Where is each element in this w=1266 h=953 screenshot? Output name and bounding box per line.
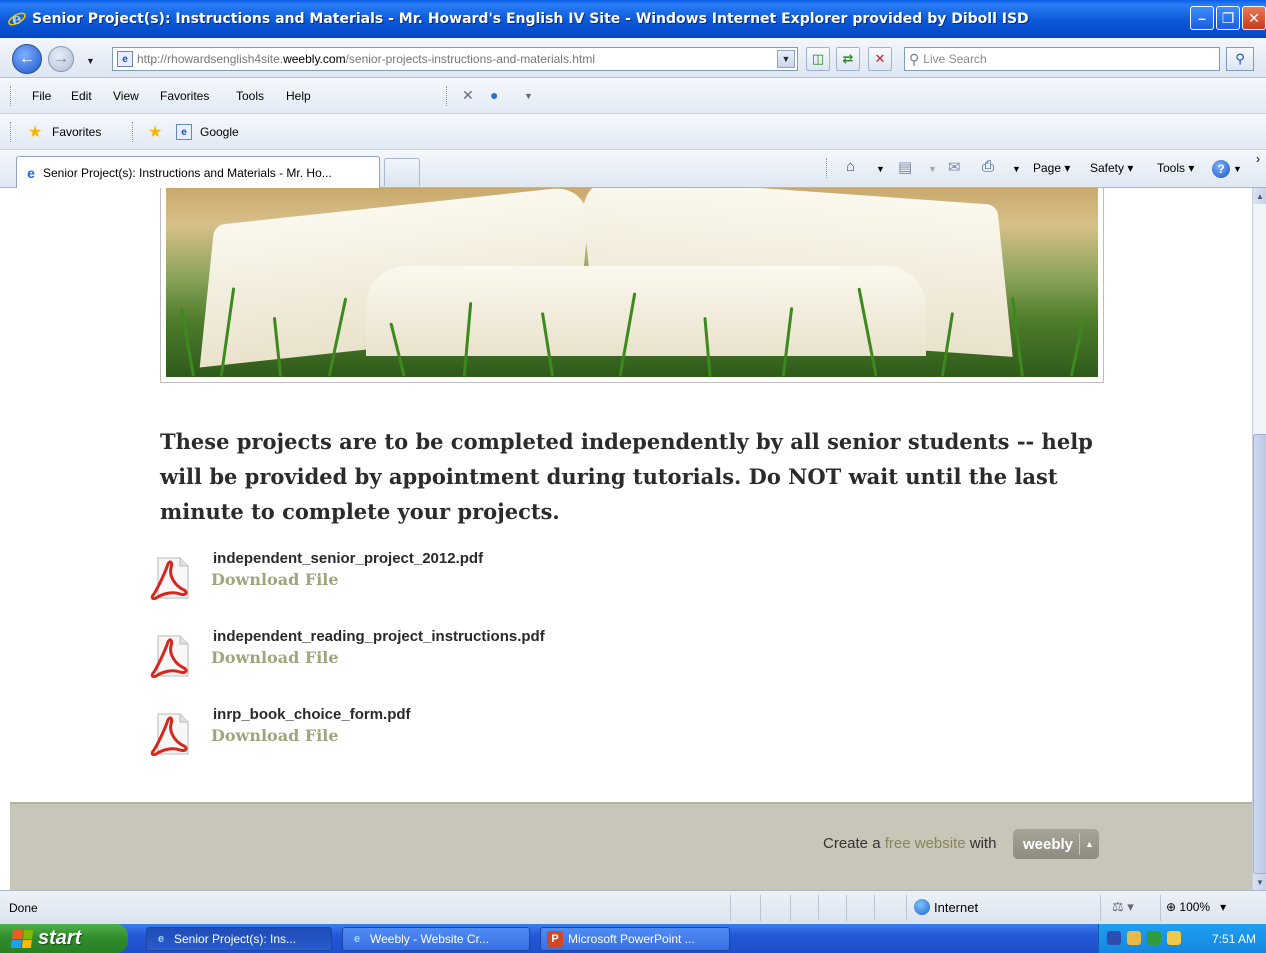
- help-icon[interactable]: ?: [1212, 160, 1230, 178]
- favorites-bar: ★ Favorites ★ e Google: [0, 114, 1266, 150]
- address-url[interactable]: http://rhowardsenglish4site.weebly.com/s…: [137, 52, 595, 66]
- file-name: independent_senior_project_2012.pdf: [213, 550, 484, 567]
- ie-logo-icon: e: [6, 8, 28, 30]
- header-image: [160, 188, 1104, 383]
- more-commands-icon[interactable]: ›: [1256, 152, 1260, 166]
- favorites-button[interactable]: Favorites: [52, 125, 101, 139]
- file-name: inrp_book_choice_form.pdf: [213, 706, 411, 723]
- close-toolbar-icon[interactable]: ✕: [462, 87, 474, 104]
- minimize-button[interactable]: –: [1190, 6, 1214, 30]
- taskbar-item-weebly[interactable]: e Weebly - Website Cr...: [342, 927, 530, 951]
- start-button[interactable]: start: [0, 924, 128, 953]
- weebly-brand: weebly: [1023, 835, 1074, 853]
- download-file-link[interactable]: Download File: [211, 570, 339, 589]
- windows-logo-icon: [10, 929, 34, 948]
- address-bar[interactable]: e http://rhowardsenglish4site.weebly.com…: [112, 47, 798, 71]
- menu-bar: File Edit View Favorites Tools Help ✕ ● …: [0, 78, 1266, 114]
- tab-senior-project[interactable]: e Senior Project(s): Instructions and Ma…: [16, 156, 380, 188]
- forward-button[interactable]: →: [48, 46, 74, 72]
- menu-tools[interactable]: Tools: [236, 89, 264, 103]
- ie-icon: e: [157, 933, 165, 945]
- tray-icon-1[interactable]: [1107, 931, 1121, 945]
- print-dropdown-icon[interactable]: ▼: [1012, 164, 1021, 174]
- addon-dropdown-icon[interactable]: ▼: [524, 91, 533, 101]
- powerpoint-icon: P: [547, 931, 563, 947]
- ie-window: e Senior Project(s): Instructions and Ma…: [0, 0, 1266, 953]
- stop-icon[interactable]: ✕: [868, 47, 892, 71]
- taskbar: start e Senior Project(s): Ins... e Weeb…: [0, 924, 1266, 953]
- google-link[interactable]: Google: [200, 125, 239, 139]
- protected-mode-icon[interactable]: ⚖ ▾: [1112, 899, 1134, 915]
- ie-icon: e: [353, 933, 361, 945]
- feeds-icon[interactable]: ▤: [898, 158, 912, 176]
- menu-favorites[interactable]: Favorites: [160, 89, 209, 103]
- site-footer: Create a free website with weebly ▲: [10, 802, 1252, 890]
- intro-paragraph: These projects are to be completed indep…: [160, 429, 1093, 524]
- compatibility-icon[interactable]: ◫: [806, 47, 830, 71]
- search-button[interactable]: ⚲: [1226, 47, 1254, 71]
- globe-icon: [914, 899, 930, 915]
- scroll-down-icon[interactable]: ▼: [1253, 874, 1266, 890]
- title-bar: e Senior Project(s): Instructions and Ma…: [0, 0, 1266, 38]
- open-book-in-grass-image: [166, 188, 1098, 377]
- home-icon[interactable]: ⌂: [846, 158, 855, 175]
- recent-pages-dropdown-icon[interactable]: ▼: [86, 56, 95, 66]
- system-tray: 7:51 AM: [1098, 924, 1266, 953]
- mail-icon[interactable]: ✉: [948, 158, 961, 176]
- file-name: independent_reading_project_instructions…: [213, 628, 545, 645]
- weebly-expand-icon[interactable]: ▲: [1085, 839, 1094, 849]
- tab-bar: e Senior Project(s): Instructions and Ma…: [0, 150, 1266, 188]
- svg-text:e: e: [12, 10, 22, 28]
- add-favorite-icon[interactable]: ★: [148, 122, 162, 142]
- vertical-scrollbar[interactable]: ▲ ▼: [1252, 188, 1266, 890]
- free-website-link[interactable]: free website: [885, 835, 966, 852]
- addon-icon[interactable]: ●: [490, 87, 498, 103]
- status-text: Done: [9, 901, 38, 915]
- safety-menu[interactable]: Safety ▾: [1090, 161, 1133, 175]
- ie-tab-icon: e: [27, 164, 35, 181]
- menu-view[interactable]: View: [113, 89, 139, 103]
- download-file-link[interactable]: Download File: [211, 648, 339, 667]
- status-bar: Done Internet ⚖ ▾ ⊕ 100% ▾: [0, 890, 1266, 924]
- scroll-thumb[interactable]: [1253, 434, 1266, 874]
- taskbar-item-senior-project[interactable]: e Senior Project(s): Ins...: [146, 927, 332, 951]
- tray-icon-4[interactable]: [1167, 931, 1181, 945]
- clock: 7:51 AM: [1211, 932, 1256, 946]
- zoom-level[interactable]: ⊕ 100% ▾: [1166, 900, 1226, 914]
- back-button[interactable]: ←: [12, 44, 42, 74]
- scroll-up-icon[interactable]: ▲: [1253, 188, 1266, 204]
- close-button[interactable]: ✕: [1242, 6, 1266, 30]
- menu-file[interactable]: File: [32, 89, 51, 103]
- tools-menu[interactable]: Tools ▾: [1157, 161, 1194, 175]
- tray-icon-2[interactable]: [1127, 931, 1141, 945]
- help-dropdown-icon[interactable]: ▼: [1233, 164, 1242, 174]
- security-zone[interactable]: Internet: [914, 899, 978, 915]
- taskbar-item-powerpoint[interactable]: P Microsoft PowerPoint ...: [540, 927, 730, 951]
- search-icon: ⚲: [909, 50, 920, 67]
- home-dropdown-icon[interactable]: ▼: [876, 164, 885, 174]
- tray-icon-3[interactable]: [1147, 931, 1161, 945]
- pdf-icon: [150, 635, 189, 678]
- menu-help[interactable]: Help: [286, 89, 311, 103]
- address-dropdown-icon[interactable]: ▼: [777, 50, 795, 68]
- refresh-icon[interactable]: ⇄: [836, 47, 860, 71]
- weebly-button[interactable]: weebly ▲: [1013, 829, 1099, 859]
- google-page-icon: e: [176, 124, 192, 140]
- download-file-link[interactable]: Download File: [211, 726, 339, 745]
- search-input[interactable]: ⚲ Live Search: [904, 47, 1220, 71]
- pdf-icon: [150, 557, 189, 600]
- menu-edit[interactable]: Edit: [71, 89, 92, 103]
- restore-button[interactable]: ❐: [1216, 6, 1240, 30]
- favorites-star-icon: ★: [28, 124, 43, 141]
- window-title: Senior Project(s): Instructions and Mate…: [32, 11, 1029, 27]
- page-menu[interactable]: Page ▾: [1033, 161, 1070, 175]
- weebly-credit: Create a free website with: [823, 835, 997, 852]
- new-tab-button[interactable]: [384, 158, 420, 186]
- page-icon: e: [117, 51, 133, 67]
- page-content: These projects are to be completed indep…: [0, 188, 1252, 890]
- navigation-bar: ← → ▼ e http://rhowardsenglish4site.weeb…: [0, 38, 1266, 78]
- pdf-icon: [150, 713, 189, 756]
- print-icon[interactable]: ⎙: [982, 158, 994, 175]
- feeds-dropdown-icon[interactable]: ▼: [928, 164, 937, 174]
